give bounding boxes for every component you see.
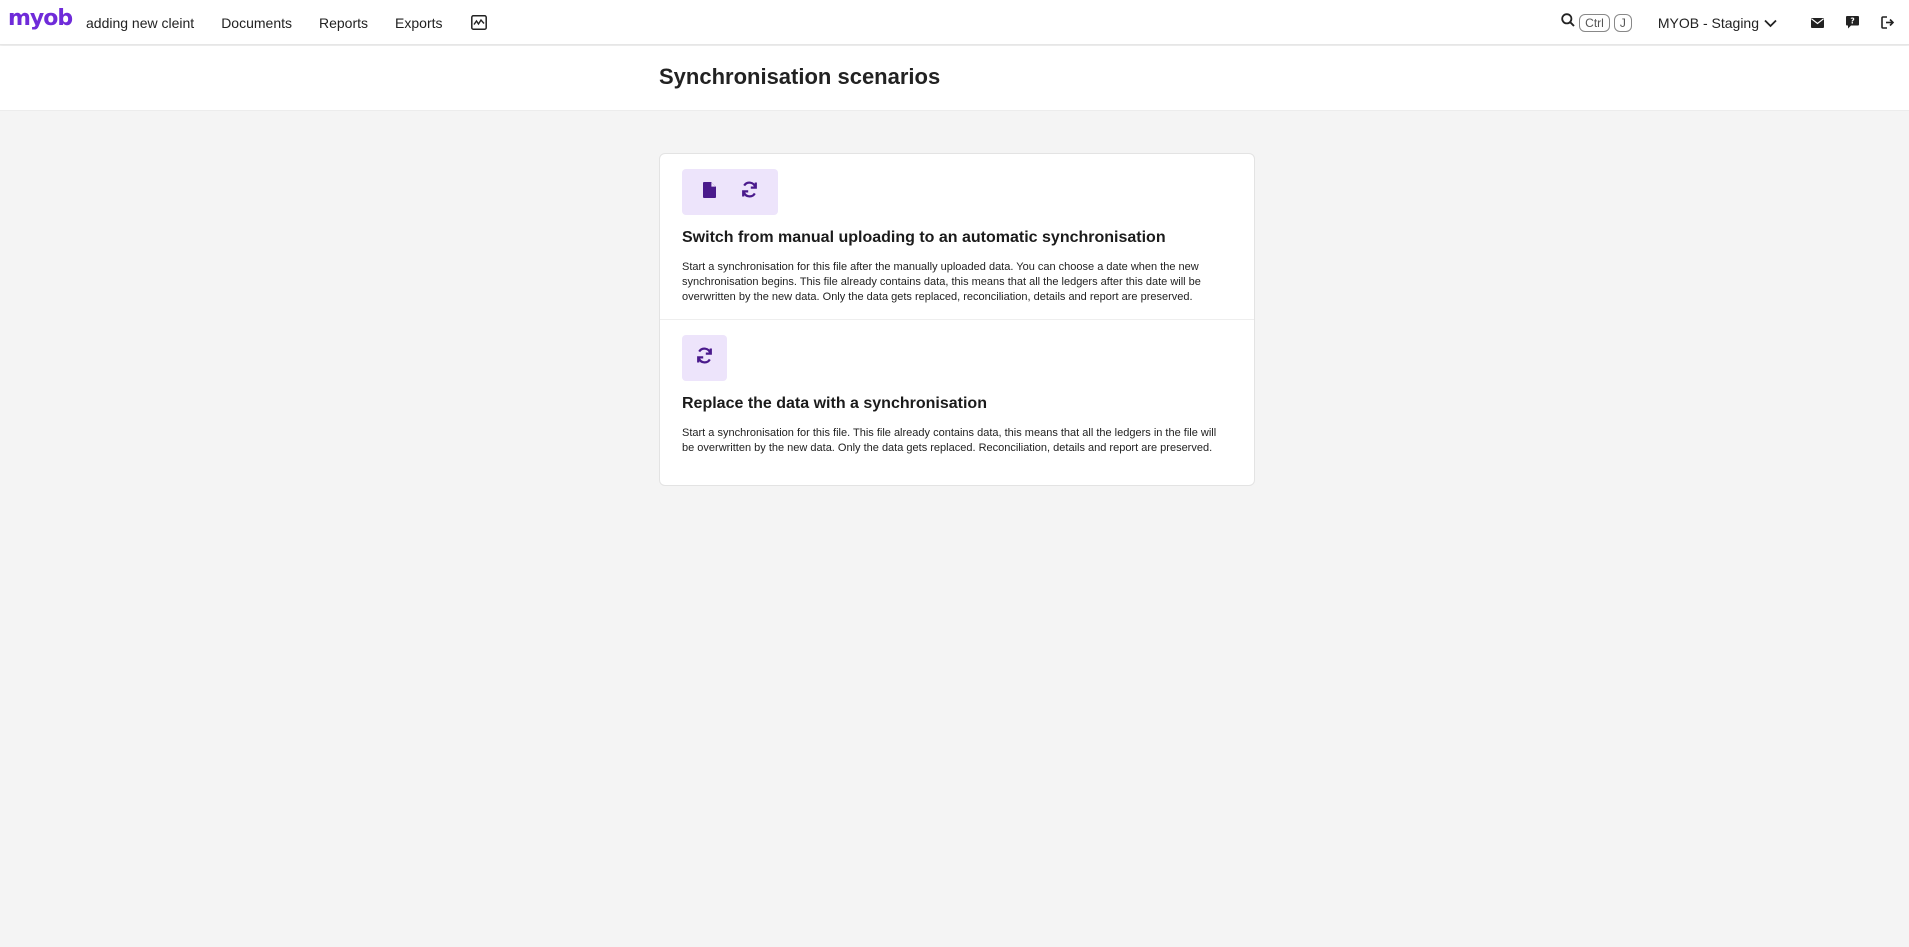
chevron-down-icon — [1759, 15, 1777, 31]
sync-icon — [696, 347, 713, 369]
page-header: Synchronisation scenarios — [0, 46, 1909, 111]
page-title: Synchronisation scenarios — [659, 64, 941, 89]
logout-icon[interactable] — [1881, 16, 1895, 29]
shortcut-key-ctrl: Ctrl — [1579, 13, 1610, 32]
search-shortcut[interactable]: Ctrl J — [1561, 13, 1632, 32]
scenario-switch-to-automatic[interactable]: Switch from manual uploading to an autom… — [660, 154, 1254, 320]
nav-item-client[interactable]: adding new cleint — [86, 15, 194, 31]
file-icon — [702, 181, 716, 203]
environment-label: MYOB - Staging — [1657, 14, 1759, 31]
svg-text:?: ? — [1850, 17, 1854, 26]
scenarios-card: Switch from manual uploading to an autom… — [659, 153, 1255, 486]
scenario-description: Start a synchronisation for this file. T… — [682, 427, 1217, 454]
top-navigation-bar: myob adding new cleint Documents Reports… — [0, 0, 1909, 45]
nav-item-exports[interactable]: Exports — [395, 15, 442, 31]
myob-logo[interactable]: myob — [8, 6, 73, 31]
feedback-icon[interactable]: ? — [1846, 16, 1859, 29]
shortcut-key-j: J — [1613, 13, 1632, 32]
chart-icon[interactable] — [470, 14, 488, 32]
scenario-title: Replace the data with a synchronisation — [682, 395, 987, 412]
nav-item-documents[interactable]: Documents — [221, 15, 292, 31]
search-icon — [1561, 13, 1575, 32]
scenario-replace-data[interactable]: Replace the data with a synchronisation … — [660, 320, 1254, 485]
scenario-icon-chip — [682, 169, 778, 215]
scenario-description: Start a synchronisation for this file af… — [682, 261, 1201, 303]
sync-icon — [741, 181, 758, 203]
scenario-title: Switch from manual uploading to an autom… — [682, 229, 1166, 246]
scenario-icon-chip — [682, 335, 727, 381]
nav-item-reports[interactable]: Reports — [319, 15, 368, 31]
main-nav: adding new cleint Documents Reports Expo… — [86, 0, 488, 45]
mail-icon[interactable] — [1811, 17, 1824, 28]
header-tools: Ctrl J MYOB - Staging ? — [1561, 0, 1909, 45]
environment-selector[interactable]: MYOB - Staging — [1658, 15, 1777, 31]
